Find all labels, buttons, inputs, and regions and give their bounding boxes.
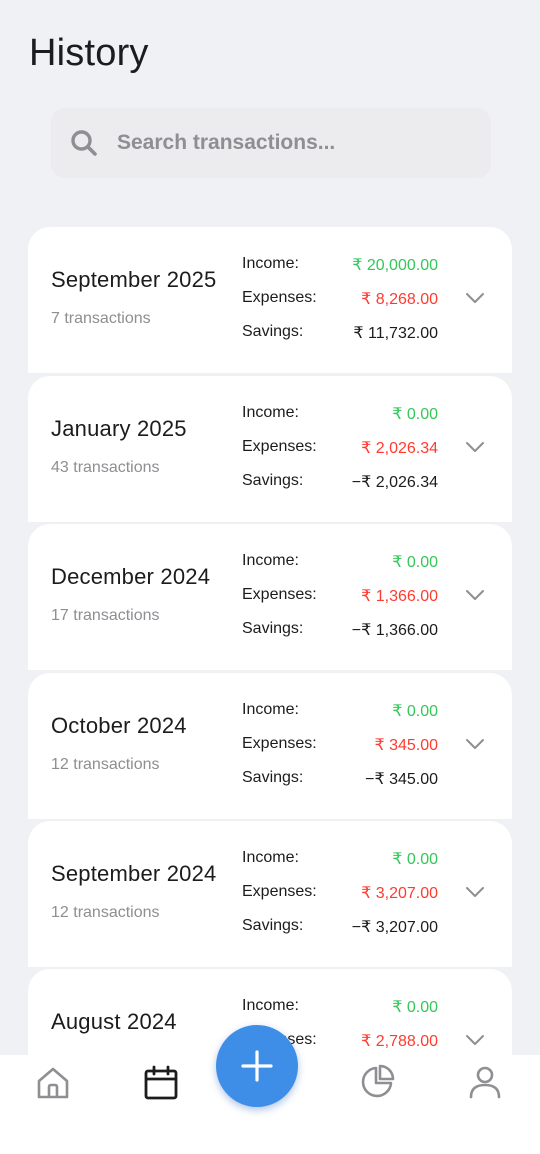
income-label: Income: [242, 997, 299, 1014]
income-value: ₹ 20,000.00 [352, 257, 438, 274]
transaction-count: 7 transactions [51, 310, 151, 327]
expenses-value: ₹ 8,268.00 [361, 291, 438, 308]
month-title: September 2025 [51, 267, 217, 292]
income-value: ₹ 0.00 [392, 406, 438, 423]
page-title: History [29, 32, 149, 74]
month-title: January 2025 [51, 416, 187, 441]
savings-value: −₹ 345.00 [365, 771, 438, 788]
month-title: August 2024 [51, 1009, 177, 1034]
savings-label: Savings: [242, 323, 304, 340]
income-value: ₹ 0.00 [392, 999, 438, 1016]
month-card[interactable]: January 2025 43 transactions Income: ₹ 0.… [28, 376, 512, 522]
transaction-count: 43 transactions [51, 459, 160, 476]
pie-chart-icon[interactable] [359, 1064, 395, 1100]
chevron-down-icon[interactable] [465, 587, 485, 603]
expenses-label: Expenses: [242, 586, 317, 603]
expenses-value: ₹ 2,788.00 [361, 1033, 438, 1050]
month-list[interactable]: September 2025 7 transactions Income: ₹ 2… [28, 227, 512, 1055]
month-title: October 2024 [51, 713, 187, 738]
chevron-down-icon[interactable] [465, 439, 485, 455]
expenses-value: ₹ 1,366.00 [361, 588, 438, 605]
user-icon[interactable] [467, 1064, 503, 1100]
income-value: ₹ 0.00 [392, 703, 438, 720]
transaction-count: 12 transactions [51, 904, 160, 921]
expenses-value: ₹ 3,207.00 [361, 885, 438, 902]
savings-value: −₹ 3,207.00 [351, 919, 438, 936]
plus-icon [241, 1050, 273, 1082]
chevron-down-icon[interactable] [465, 884, 485, 900]
chevron-down-icon[interactable] [465, 736, 485, 752]
expenses-label: Expenses: [242, 735, 317, 752]
savings-value: ₹ 11,732.00 [353, 325, 438, 342]
expenses-label: Expenses: [242, 438, 317, 455]
home-icon[interactable] [35, 1065, 71, 1101]
expenses-value: ₹ 2,026.34 [361, 440, 438, 457]
income-label: Income: [242, 255, 299, 272]
search-icon [69, 128, 99, 158]
savings-label: Savings: [242, 917, 304, 934]
chevron-down-icon[interactable] [465, 290, 485, 306]
calendar-icon[interactable] [143, 1065, 179, 1101]
month-card[interactable]: October 2024 12 transactions Income: ₹ 0.… [28, 673, 512, 819]
month-title: December 2024 [51, 564, 211, 589]
search-bar[interactable] [51, 108, 491, 178]
savings-value: −₹ 2,026.34 [351, 474, 438, 491]
search-input[interactable] [117, 131, 447, 155]
savings-value: −₹ 1,366.00 [351, 622, 438, 639]
income-label: Income: [242, 701, 299, 718]
transaction-count: 17 transactions [51, 607, 160, 624]
income-value: ₹ 0.00 [392, 851, 438, 868]
transaction-count: 12 transactions [51, 756, 160, 773]
expenses-label: Expenses: [242, 289, 317, 306]
income-label: Income: [242, 552, 299, 569]
income-label: Income: [242, 404, 299, 421]
income-value: ₹ 0.00 [392, 554, 438, 571]
month-card[interactable]: December 2024 17 transactions Income: ₹ 0… [28, 524, 512, 670]
add-transaction-button[interactable] [216, 1025, 298, 1107]
expenses-value: ₹ 345.00 [374, 737, 438, 754]
savings-label: Savings: [242, 620, 304, 637]
expenses-label: Expenses: [242, 883, 317, 900]
savings-label: Savings: [242, 472, 304, 489]
month-card[interactable]: September 2024 12 transactions Income: ₹ … [28, 821, 512, 967]
income-label: Income: [242, 849, 299, 866]
month-title: September 2024 [51, 861, 217, 886]
savings-label: Savings: [242, 769, 304, 786]
chevron-down-icon[interactable] [465, 1032, 485, 1048]
month-card[interactable]: September 2025 7 transactions Income: ₹ 2… [28, 227, 512, 373]
